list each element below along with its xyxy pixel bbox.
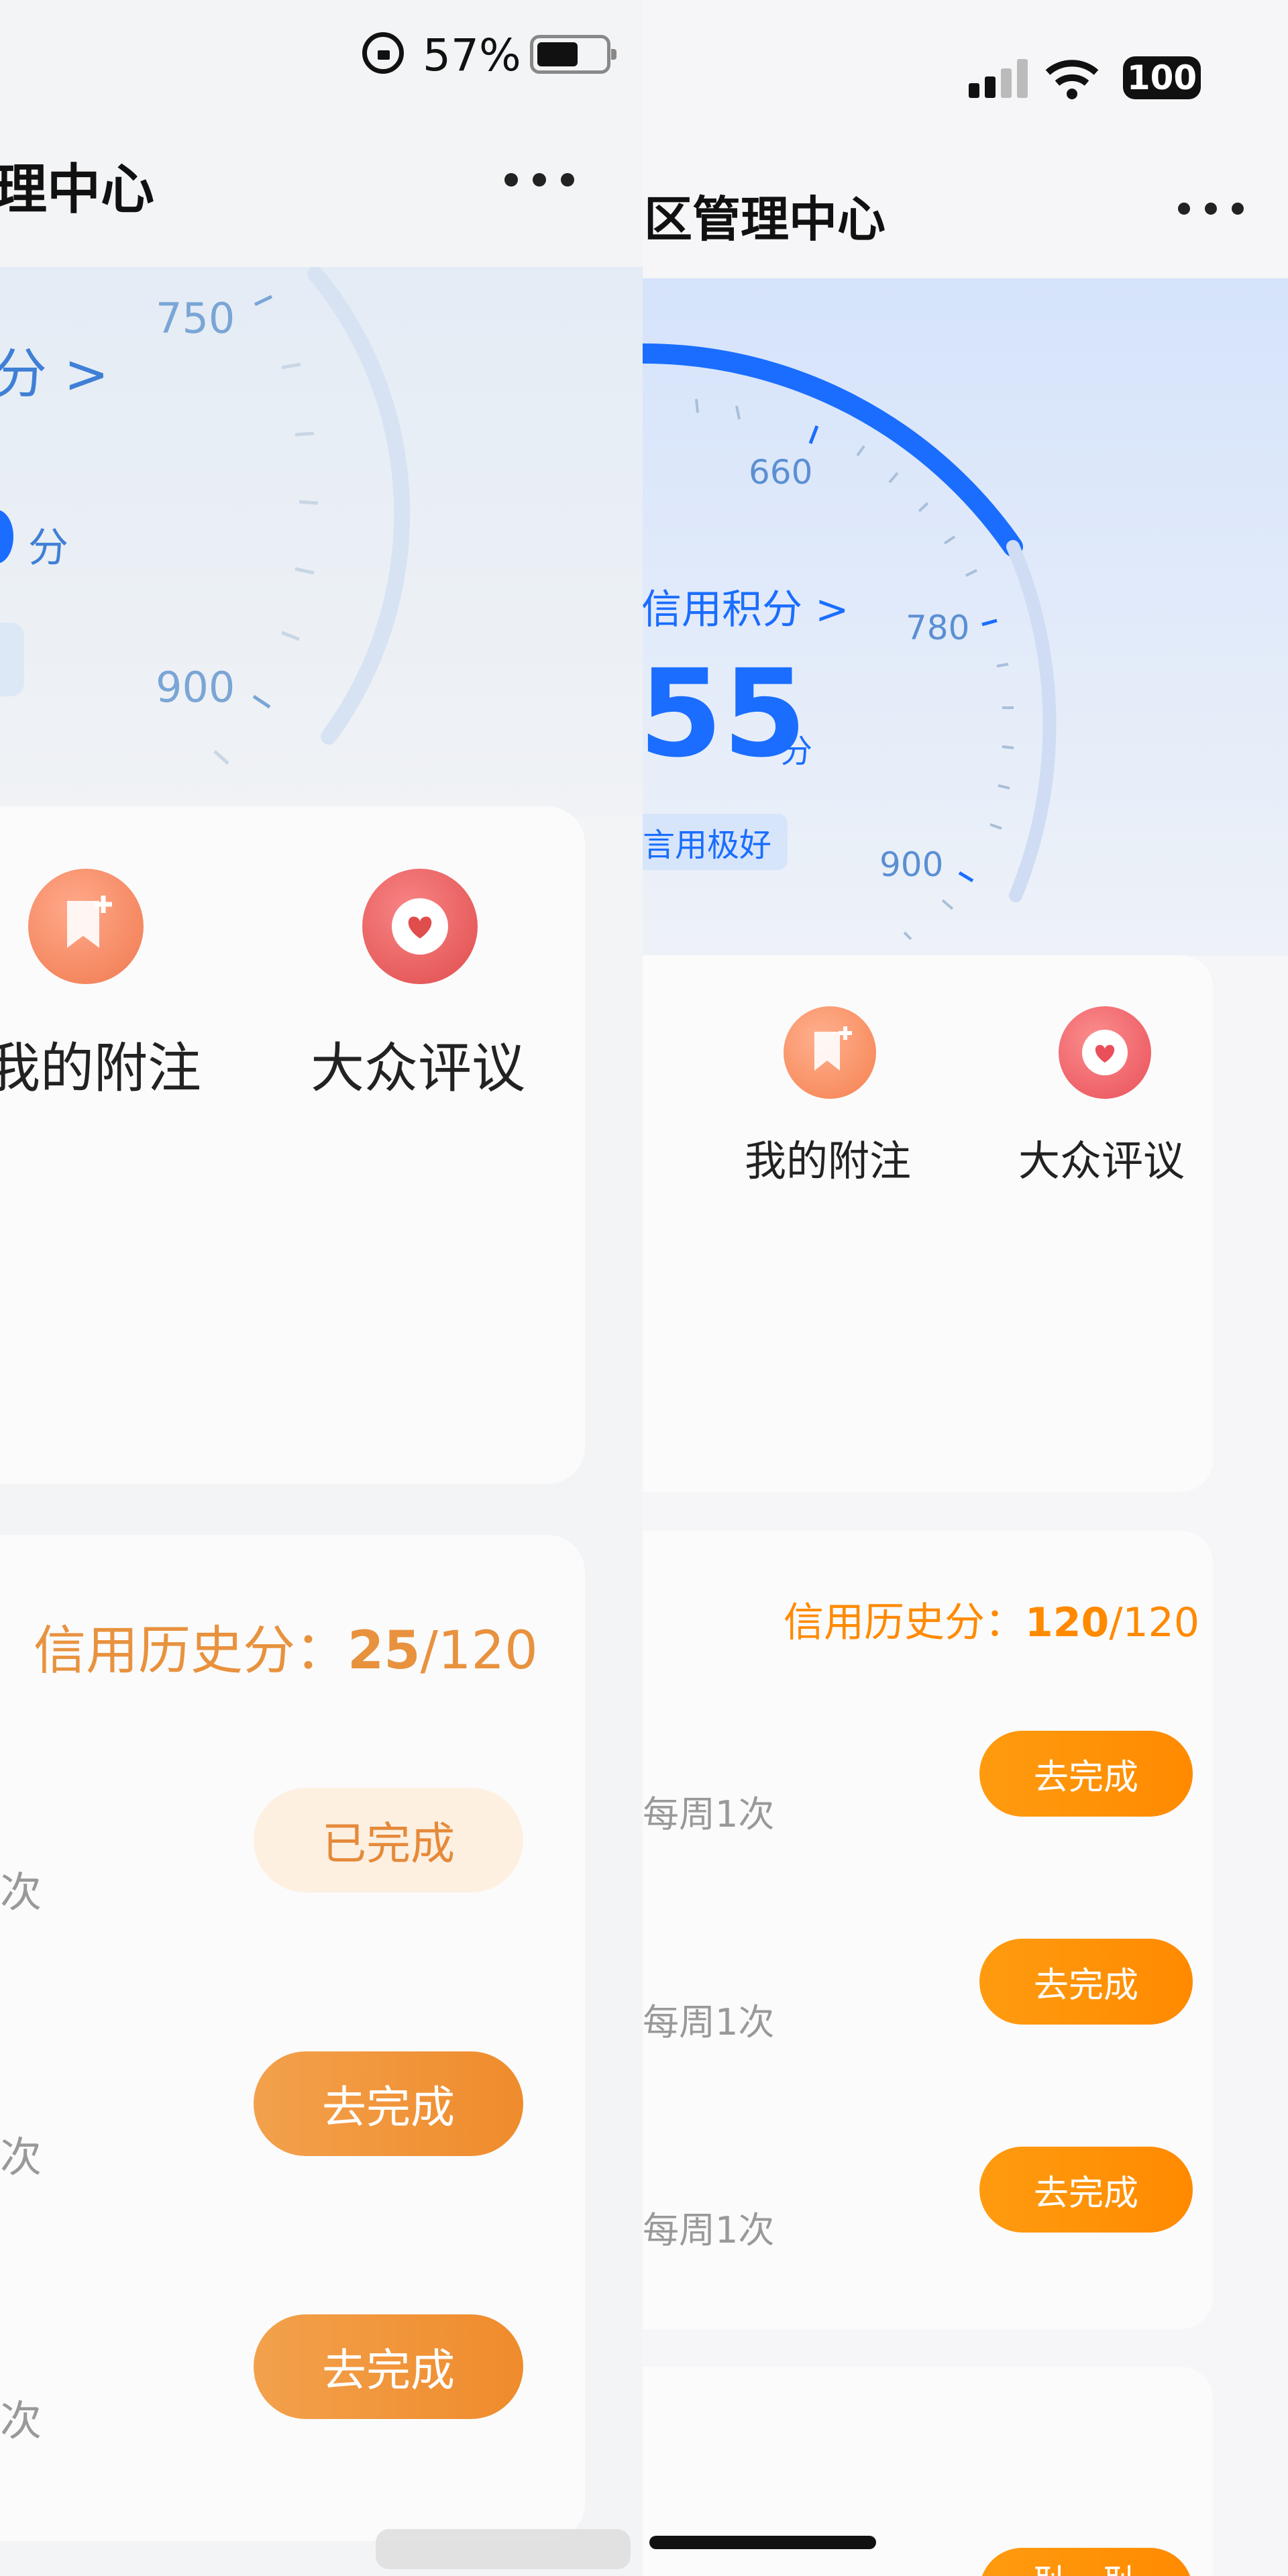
bookmark-add-icon	[814, 1026, 852, 1071]
left-screenshot: 57% 理中心 750 900 分 > 分 我的附注 大众评议 信用历史分：25…	[0, 0, 643, 2576]
task-frequency: 次	[0, 1868, 42, 1917]
gauge-tick	[281, 362, 301, 370]
right-screenshot: 100 区管理中心 660 780 900 信用积分 > 55 分 言用极好 我…	[643, 0, 1288, 2576]
gauge-tick	[965, 569, 977, 577]
task-frequency: 每周1次	[643, 2001, 775, 2043]
gauge-tick-label: 900	[879, 845, 944, 884]
battery-percent: 57%	[423, 30, 521, 81]
history-score-value: 120	[1025, 1599, 1110, 1646]
public-review-label: 大众评议	[311, 1037, 525, 1099]
public-review-label: 大众评议	[1018, 1136, 1185, 1185]
history-score: 信用历史分：120/120	[784, 1590, 1199, 1648]
gauge-tick	[996, 663, 1009, 667]
gauge-area: 660 780 900 信用积分 > 55 分 言用极好	[643, 278, 1288, 956]
heart-chat-icon	[392, 898, 448, 955]
gauge-track-arc	[1006, 540, 1057, 902]
gauge-tick	[943, 535, 956, 545]
history-score-label: 信用历史分：	[34, 1621, 348, 1681]
gauge-tick	[989, 823, 1002, 830]
bookmark-add-icon	[67, 896, 112, 948]
history-score-total: /120	[1109, 1599, 1199, 1646]
gauge-tick-label: 750	[156, 294, 235, 343]
gauge-tick-label: 900	[156, 663, 235, 712]
public-review-button[interactable]	[362, 869, 478, 984]
task-completed-button[interactable]: 已完成	[254, 1788, 523, 1892]
partial-action-button[interactable]: 耻一耻	[979, 2548, 1193, 2576]
gauge-tick	[695, 398, 699, 413]
heart-chat-icon	[1082, 1030, 1128, 1075]
task-frequency: 次	[0, 2396, 42, 2445]
task-go-complete-button[interactable]: 去完成	[254, 2051, 523, 2156]
task-go-complete-button[interactable]: 去完成	[979, 2147, 1193, 2233]
gauge-tick-label: 780	[906, 608, 970, 647]
gauge-tick	[294, 431, 315, 437]
page-title: 区管理中心	[644, 191, 886, 248]
gauge-tick	[808, 425, 819, 444]
task-frequency: 每周1次	[643, 2209, 775, 2251]
credit-score-link[interactable]: 信用积分 >	[643, 577, 849, 635]
task-go-complete-button[interactable]: 去完成	[979, 1939, 1193, 2025]
battery-icon: 100	[1123, 56, 1201, 99]
my-notes-label: 我的附注	[745, 1136, 912, 1185]
more-menu-button[interactable]	[504, 173, 574, 186]
gauge-tick-label: 660	[749, 453, 813, 492]
credit-score-link[interactable]: 分 >	[0, 331, 109, 409]
history-score-total: /120	[420, 1621, 538, 1681]
gauge-tick	[958, 871, 974, 883]
battery-icon	[530, 35, 616, 74]
gauge-tick	[903, 931, 912, 941]
my-notes-button[interactable]	[784, 1006, 876, 1099]
level-badge: 言用极好	[643, 814, 788, 870]
gauge-tick	[213, 750, 229, 765]
more-menu-button[interactable]	[1178, 203, 1244, 215]
task-go-complete-button[interactable]: 去完成	[254, 2314, 523, 2419]
gauge-tick	[918, 502, 929, 513]
score-unit: 分	[28, 525, 68, 572]
gauge-tick	[1002, 745, 1014, 749]
history-score-label: 信用历史分：	[784, 1599, 1025, 1646]
gauge-tick	[294, 567, 315, 575]
my-notes-button[interactable]	[28, 869, 144, 984]
gauge-tick	[998, 784, 1010, 790]
gauge-tick	[888, 472, 899, 484]
gauge-tick	[856, 445, 865, 457]
home-indicator	[649, 2536, 876, 2549]
task-frequency: 每周1次	[643, 1793, 775, 1835]
wifi-icon	[1045, 60, 1099, 99]
score-unit: 分	[780, 733, 813, 770]
my-notes-label: 我的附注	[0, 1037, 201, 1099]
orientation-lock-icon	[362, 32, 404, 74]
gauge-tick	[735, 405, 741, 420]
gauge-tick	[299, 500, 319, 505]
watermark	[376, 2529, 631, 2569]
public-review-button[interactable]	[1059, 1006, 1151, 1099]
gauge-tick	[941, 899, 954, 910]
gauge-tick	[981, 619, 998, 627]
history-score-value: 25	[347, 1621, 421, 1681]
task-frequency: 次	[0, 2133, 42, 2182]
gauge-progress-arc	[643, 343, 1023, 557]
level-badge	[0, 623, 24, 696]
page-title: 理中心	[0, 158, 154, 221]
gauge-tick	[254, 294, 273, 307]
gauge-area: 750 900 分 > 分	[0, 266, 643, 817]
gauge-tick	[281, 631, 300, 641]
history-score: 信用历史分：25/120	[34, 1609, 538, 1684]
gauge-tick	[252, 694, 271, 709]
task-go-complete-button[interactable]: 去完成	[979, 1731, 1193, 1817]
